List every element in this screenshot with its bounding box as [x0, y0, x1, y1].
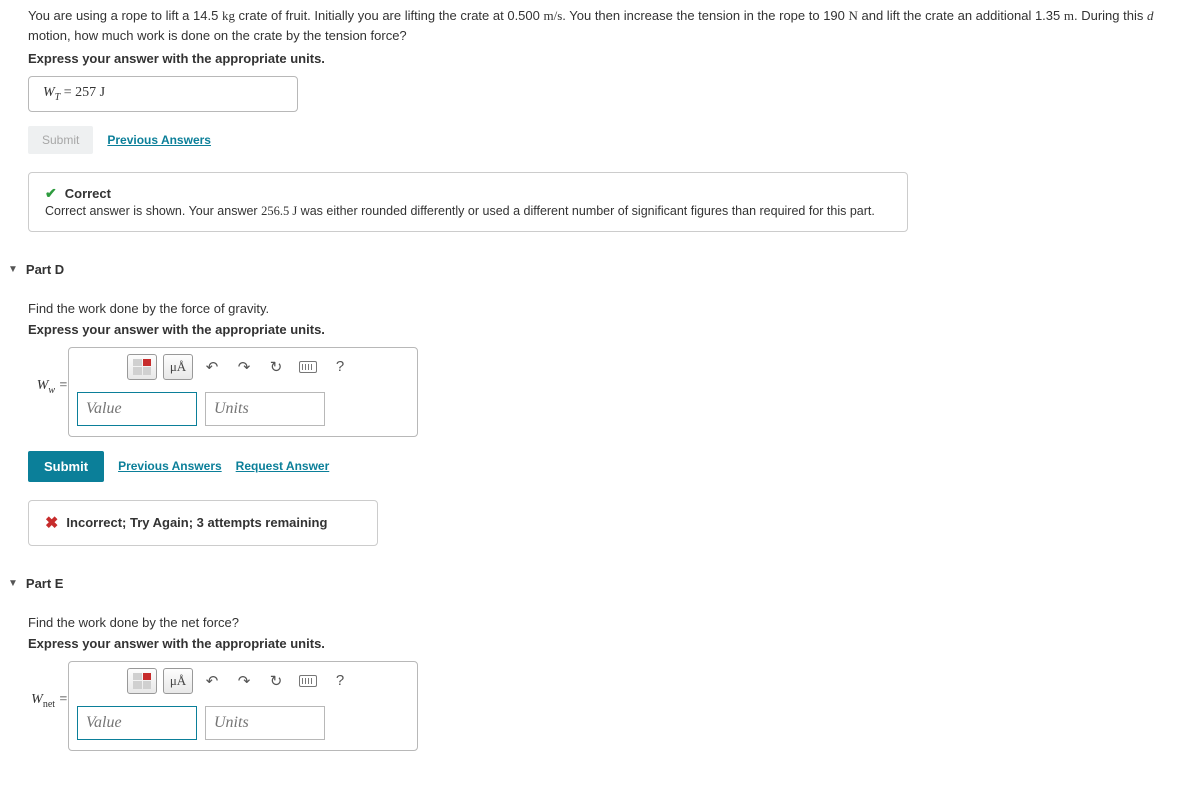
accepted-answer: WT = 257 J: [28, 76, 298, 112]
part-e-input-panel: μÅ ↶ ↷ ↻ ?: [68, 661, 418, 751]
part-e-instruct: Express your answer with the appropriate…: [28, 636, 1200, 651]
reset-icon[interactable]: ↻: [263, 356, 289, 378]
part-e-title: Part E: [26, 576, 64, 591]
templates-icon[interactable]: [127, 354, 157, 380]
submit-button: Submit: [28, 126, 93, 154]
feedback-incorrect-text: Incorrect; Try Again; 3 attempts remaini…: [66, 515, 327, 530]
symbols-icon[interactable]: μÅ: [163, 668, 193, 694]
part-d-title: Part D: [26, 262, 64, 277]
part-d-value-input[interactable]: [77, 392, 197, 426]
submit-button[interactable]: Submit: [28, 451, 104, 482]
keyboard-icon[interactable]: [295, 356, 321, 378]
help-icon[interactable]: ?: [327, 356, 353, 378]
part-e-value-input[interactable]: [77, 706, 197, 740]
redo-icon[interactable]: ↷: [231, 356, 257, 378]
templates-icon[interactable]: [127, 668, 157, 694]
check-icon: ✔: [45, 185, 57, 202]
keyboard-icon[interactable]: [295, 670, 321, 692]
part-d-header[interactable]: ▼ Part D: [0, 232, 1200, 277]
part-d-units-input[interactable]: [205, 392, 325, 426]
cross-icon: ✖: [45, 513, 58, 533]
caret-down-icon: ▼: [8, 264, 18, 275]
feedback-title-text: Correct: [65, 186, 111, 201]
undo-icon[interactable]: ↶: [199, 670, 225, 692]
redo-icon[interactable]: ↷: [231, 670, 257, 692]
part-e-header[interactable]: ▼ Part E: [0, 546, 1200, 591]
part-d-prompt: Find the work done by the force of gravi…: [28, 301, 1200, 316]
problem-statement: You are using a rope to lift a 14.5 kg c…: [0, 6, 1200, 45]
part-e-units-input[interactable]: [205, 706, 325, 740]
caret-down-icon: ▼: [8, 578, 18, 589]
feedback-correct: ✔ Correct Correct answer is shown. Your …: [28, 172, 908, 232]
undo-icon[interactable]: ↶: [199, 356, 225, 378]
previous-answers-link[interactable]: Previous Answers: [107, 133, 211, 147]
part-e-variable: Wnet =: [28, 692, 68, 710]
part-d-instruct: Express your answer with the appropriate…: [28, 322, 1200, 337]
instruction-text: Express your answer with the appropriate…: [0, 45, 1200, 66]
part-d-input-panel: μÅ ↶ ↷ ↻ ?: [68, 347, 418, 437]
request-answer-link[interactable]: Request Answer: [236, 459, 330, 473]
part-d-variable: Ww =: [28, 378, 68, 396]
help-icon[interactable]: ?: [327, 670, 353, 692]
symbols-icon[interactable]: μÅ: [163, 354, 193, 380]
reset-icon[interactable]: ↻: [263, 670, 289, 692]
part-e-prompt: Find the work done by the net force?: [28, 615, 1200, 630]
previous-answers-link[interactable]: Previous Answers: [118, 459, 222, 473]
